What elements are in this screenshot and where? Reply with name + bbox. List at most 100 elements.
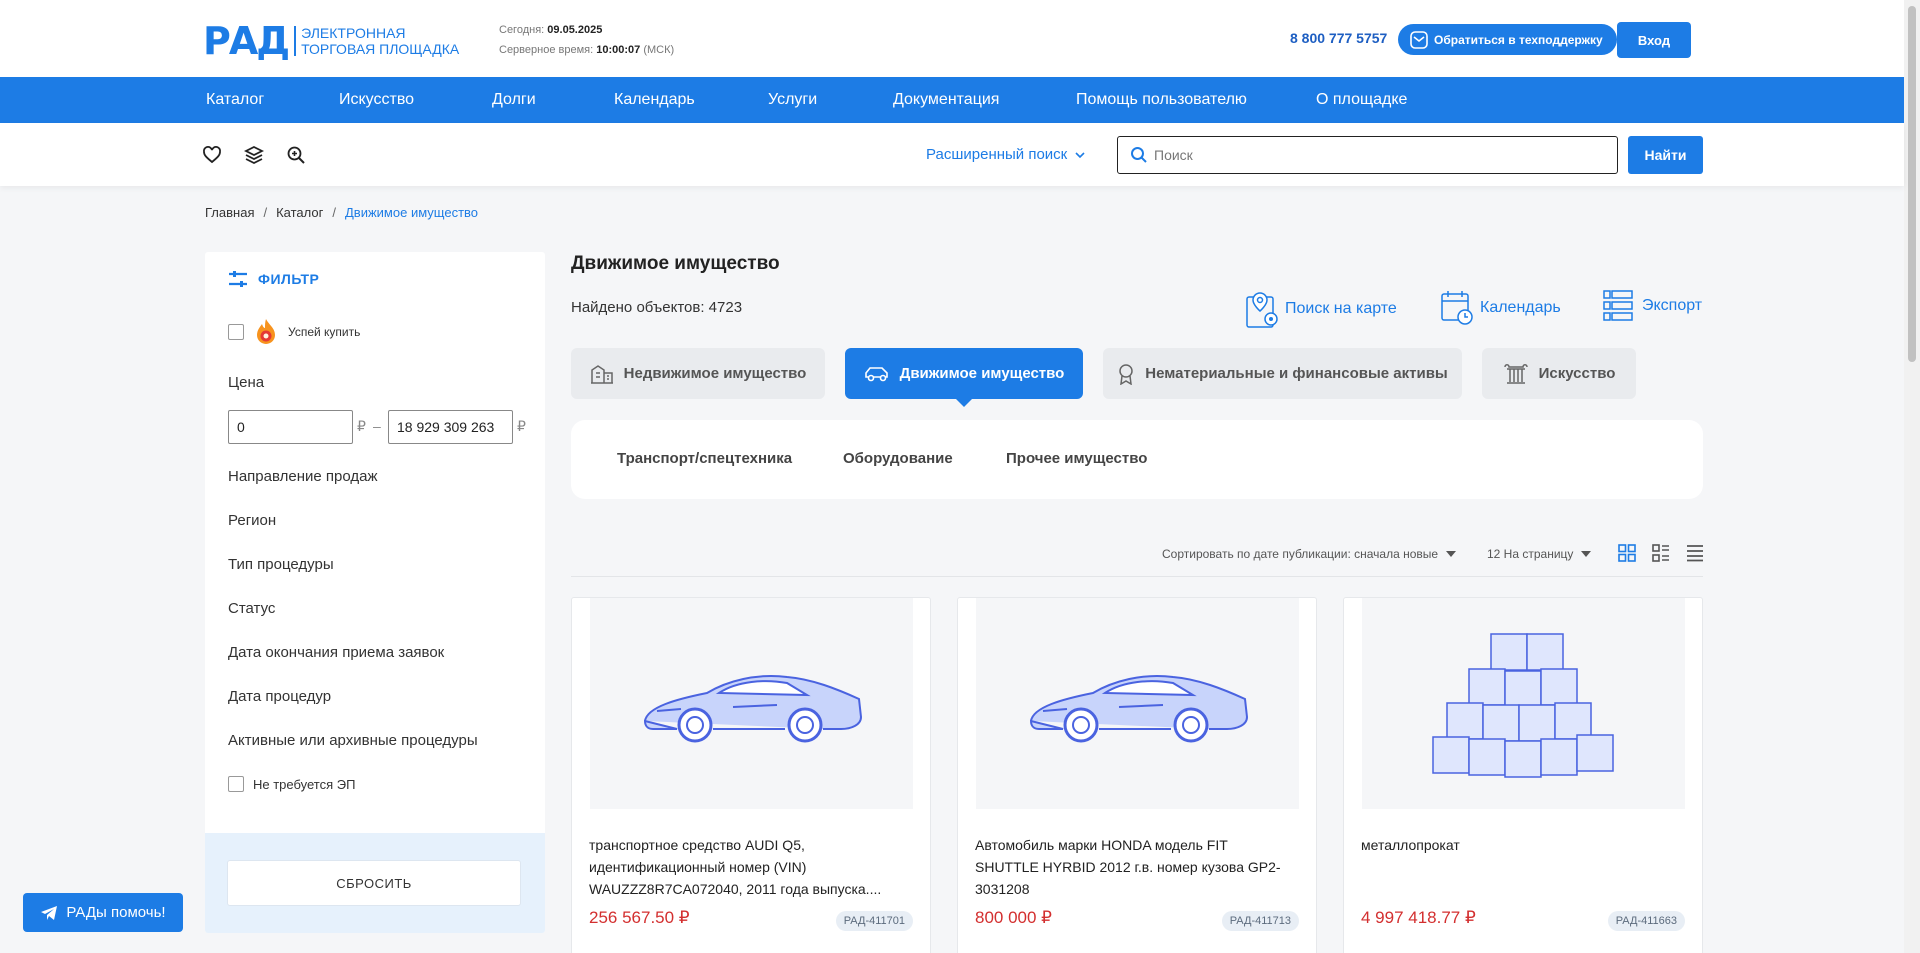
chevron-down-icon [1075, 151, 1085, 158]
filter-sales-direction[interactable]: Направление продаж [228, 468, 377, 485]
lot-image [976, 598, 1299, 809]
filter-active-archive[interactable]: Активные или архивные процедуры [228, 732, 478, 749]
lot-code-badge: РАД-411701 [835, 911, 913, 931]
nav-art[interactable]: Искусство [339, 91, 414, 109]
site-logo[interactable]: РАД ЭЛЕКТРОННАЯ ТОРГОВАЯ ПЛОЩАДКА [203, 22, 459, 60]
grid-view-icon[interactable] [1618, 544, 1636, 562]
price-dash: – [373, 418, 381, 434]
lot-price: 800 000 ₽ [975, 908, 1052, 927]
tab-real-estate[interactable]: Недвижимое имущество [571, 348, 825, 399]
support-label: Обратиться в техподдержку [1434, 32, 1603, 47]
nav-debts[interactable]: Долги [492, 91, 536, 109]
price-to-input[interactable]: 18 929 309 263 [388, 410, 513, 444]
tile-list-view-icon[interactable] [1652, 544, 1670, 562]
lot-title[interactable]: металлопрокат [1361, 834, 1681, 856]
map-search-link[interactable]: Поиск на карте [1245, 289, 1397, 329]
subcat-transport[interactable]: Транспорт/спецтехника [617, 450, 792, 467]
column-icon [1503, 363, 1528, 384]
lot-card[interactable]: металлопрокат 4 997 418.77 ₽ РАД-411663 [1343, 597, 1703, 953]
tab-art-label: Искусство [1538, 365, 1616, 382]
no-ep-checkbox-row[interactable]: Не требуется ЭП [228, 776, 355, 792]
search-box [1117, 136, 1618, 174]
logo-divider [294, 26, 297, 56]
support-button[interactable]: Обратиться в техподдержку [1398, 24, 1617, 55]
layers-icon[interactable] [244, 145, 264, 165]
calendar-link[interactable]: Календарь [1440, 289, 1561, 327]
tab-intangible-assets[interactable]: Нематериальные и финансовые активы [1103, 348, 1462, 399]
hurry-buy-checkbox[interactable] [228, 324, 244, 340]
subcat-equipment[interactable]: Оборудование [843, 450, 953, 467]
breadcrumb-separator: / [332, 205, 336, 220]
breadcrumb: Главная / Каталог / Движимое имущество [205, 205, 478, 220]
price-label: Цена [228, 374, 265, 391]
filter-footer: СБРОСИТЬ [205, 833, 545, 933]
nav-help[interactable]: Помощь пользователю [1076, 91, 1247, 109]
breadcrumb-home[interactable]: Главная [205, 205, 254, 220]
lot-image [590, 598, 913, 809]
price-from-input[interactable]: 0 [228, 410, 353, 444]
no-ep-checkbox[interactable] [228, 776, 244, 792]
nav-about[interactable]: О площадке [1316, 91, 1407, 109]
filter-procedure-type[interactable]: Тип процедуры [228, 556, 334, 573]
tab-intangible-assets-label: Нематериальные и финансовые активы [1145, 365, 1448, 382]
zoom-search-icon[interactable] [286, 145, 306, 165]
tab-movable-property[interactable]: Движимое имущество [845, 348, 1083, 407]
reset-button[interactable]: СБРОСИТЬ [227, 860, 521, 906]
map-pin-icon [1246, 292, 1278, 328]
mail-icon [1410, 30, 1428, 49]
nav-docs[interactable]: Документация [893, 91, 999, 109]
sort-select[interactable]: Сортировать по дате публикации: сначала … [1162, 547, 1457, 561]
per-page-select[interactable]: 12 На страницу [1487, 547, 1592, 561]
currency-sign: ₽ [357, 418, 366, 434]
lot-price: 4 997 418.77 ₽ [1361, 908, 1476, 927]
nav-services[interactable]: Услуги [768, 91, 817, 109]
phone-link[interactable]: 8 800 777 5757 [1290, 30, 1387, 46]
tab-art[interactable]: Искусство [1482, 348, 1636, 399]
lot-title[interactable]: Автомобиль марки HONDA модель FIT SHUTTL… [975, 834, 1295, 900]
tab-movable-property-label: Движимое имущество [899, 365, 1065, 382]
sort-bar: Сортировать по дате публикации: сначала … [571, 535, 1703, 577]
list-view-icon[interactable] [1686, 544, 1704, 562]
filter-application-end-date[interactable]: Дата окончания приема заявок [228, 644, 444, 661]
export-list-icon [1603, 290, 1633, 321]
server-time-label: Серверное время: [499, 44, 594, 56]
lot-price: 256 567.50 ₽ [589, 908, 690, 927]
scrollbar-thumb[interactable] [1908, 6, 1916, 362]
heart-icon[interactable] [202, 145, 222, 165]
filter-title: ФИЛЬТР [258, 271, 320, 287]
caret-down-icon [1446, 551, 1457, 557]
lot-title[interactable]: транспортное средство AUDI Q5, идентифик… [589, 834, 909, 900]
help-button[interactable]: РАДы помочь! [23, 893, 183, 932]
boxes-illustration-icon [1431, 632, 1614, 778]
subcat-other[interactable]: Прочее имущество [1006, 450, 1147, 467]
filter-region[interactable]: Регион [228, 512, 276, 529]
no-ep-label: Не требуется ЭП [253, 776, 356, 792]
lot-code-badge: РАД-411663 [1607, 911, 1685, 931]
filter-status[interactable]: Статус [228, 600, 275, 617]
hurry-buy-checkbox-row[interactable]: Успей купить [228, 318, 360, 346]
sort-label: Сортировать по дате публикации: сначала … [1162, 547, 1439, 561]
login-button[interactable]: Вход [1617, 22, 1691, 58]
lot-card[interactable]: транспортное средство AUDI Q5, идентифик… [571, 597, 931, 953]
breadcrumb-separator: / [263, 205, 268, 220]
lot-card[interactable]: Автомобиль марки HONDA модель FIT SHUTTL… [957, 597, 1317, 953]
page-scrollbar[interactable] [1904, 0, 1920, 953]
help-label: РАДы помочь! [66, 904, 166, 921]
breadcrumb-catalog[interactable]: Каталог [276, 205, 323, 220]
lot-code-badge: РАД-411713 [1221, 911, 1299, 931]
logo-line-2: ТОРГОВАЯ ПЛОЩАДКА [301, 41, 460, 57]
nav-catalog[interactable]: Каталог [206, 91, 264, 109]
today-value: 09.05.2025 [547, 24, 603, 36]
nav-calendar[interactable]: Календарь [614, 91, 695, 109]
search-icon [1131, 147, 1147, 163]
server-timezone: (МСК) [643, 44, 675, 56]
currency-sign: ₽ [517, 418, 526, 434]
advanced-search-toggle[interactable]: Расширенный поиск [926, 146, 1085, 163]
car-illustration-icon [1029, 674, 1248, 742]
filter-procedure-date[interactable]: Дата процедур [228, 688, 331, 705]
award-icon [1119, 363, 1134, 385]
logo-line-1: ЭЛЕКТРОННАЯ [301, 25, 406, 41]
find-button[interactable]: Найти [1628, 136, 1703, 174]
search-input[interactable] [1154, 147, 1594, 163]
export-link[interactable]: Экспорт [1602, 289, 1702, 323]
